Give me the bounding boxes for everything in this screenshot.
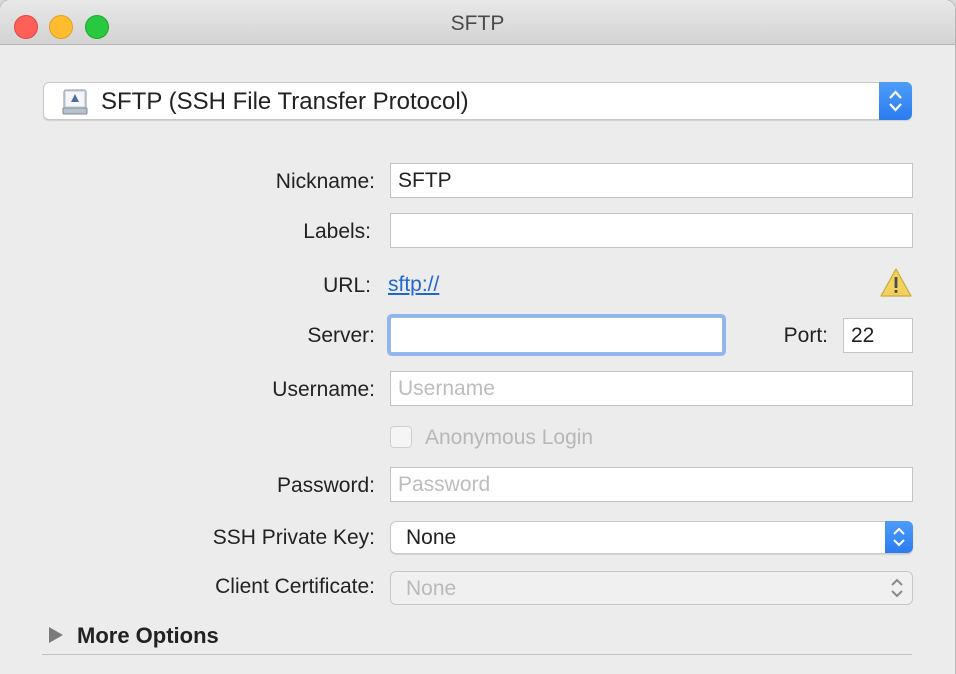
url-link[interactable]: sftp:// <box>388 273 439 297</box>
chevron-updown-icon <box>893 527 905 547</box>
server-label: Server: <box>307 324 375 347</box>
bookmark-window: SFTP SFTP (SSH File Transfer Protocol) N… <box>0 0 955 674</box>
title-bar[interactable]: SFTP <box>0 0 955 45</box>
client-certificate-label: Client Certificate: <box>215 575 375 598</box>
server-field[interactable] <box>390 317 723 353</box>
port-field[interactable] <box>843 318 913 353</box>
nickname-field[interactable] <box>390 163 913 198</box>
password-field[interactable] <box>390 467 913 502</box>
url-label: URL: <box>323 274 371 297</box>
ssh-private-key-select[interactable]: None <box>390 521 913 554</box>
labels-field[interactable] <box>390 213 913 248</box>
protocol-label: SFTP (SSH File Transfer Protocol) <box>101 88 469 115</box>
network-drive-icon <box>62 89 88 115</box>
protocol-select[interactable]: SFTP (SSH File Transfer Protocol) <box>43 82 912 120</box>
client-certificate-select[interactable]: None <box>390 571 913 605</box>
protocol-stepper[interactable] <box>879 82 912 120</box>
ssh-private-key-value: None <box>406 526 457 549</box>
warning-icon[interactable] <box>879 267 913 299</box>
anonymous-login-label: Anonymous Login <box>425 426 594 449</box>
ssh-key-stepper[interactable] <box>885 521 913 553</box>
window-title: SFTP <box>450 12 505 35</box>
chevron-updown-icon <box>889 90 902 112</box>
chevron-updown-icon <box>891 578 903 598</box>
divider <box>42 654 912 655</box>
port-label: Port: <box>783 324 828 347</box>
anonymous-login-checkbox[interactable] <box>390 426 412 448</box>
username-field[interactable] <box>390 371 913 406</box>
password-label: Password: <box>276 474 375 497</box>
username-label: Username: <box>272 378 375 401</box>
nickname-label: Nickname: <box>275 170 375 193</box>
disclosure-triangle-icon[interactable] <box>46 625 66 645</box>
labels-label: Labels: <box>303 220 371 243</box>
more-options-toggle[interactable]: More Options <box>77 623 219 649</box>
client-certificate-value: None <box>406 577 457 600</box>
ssh-private-key-label: SSH Private Key: <box>212 526 375 549</box>
